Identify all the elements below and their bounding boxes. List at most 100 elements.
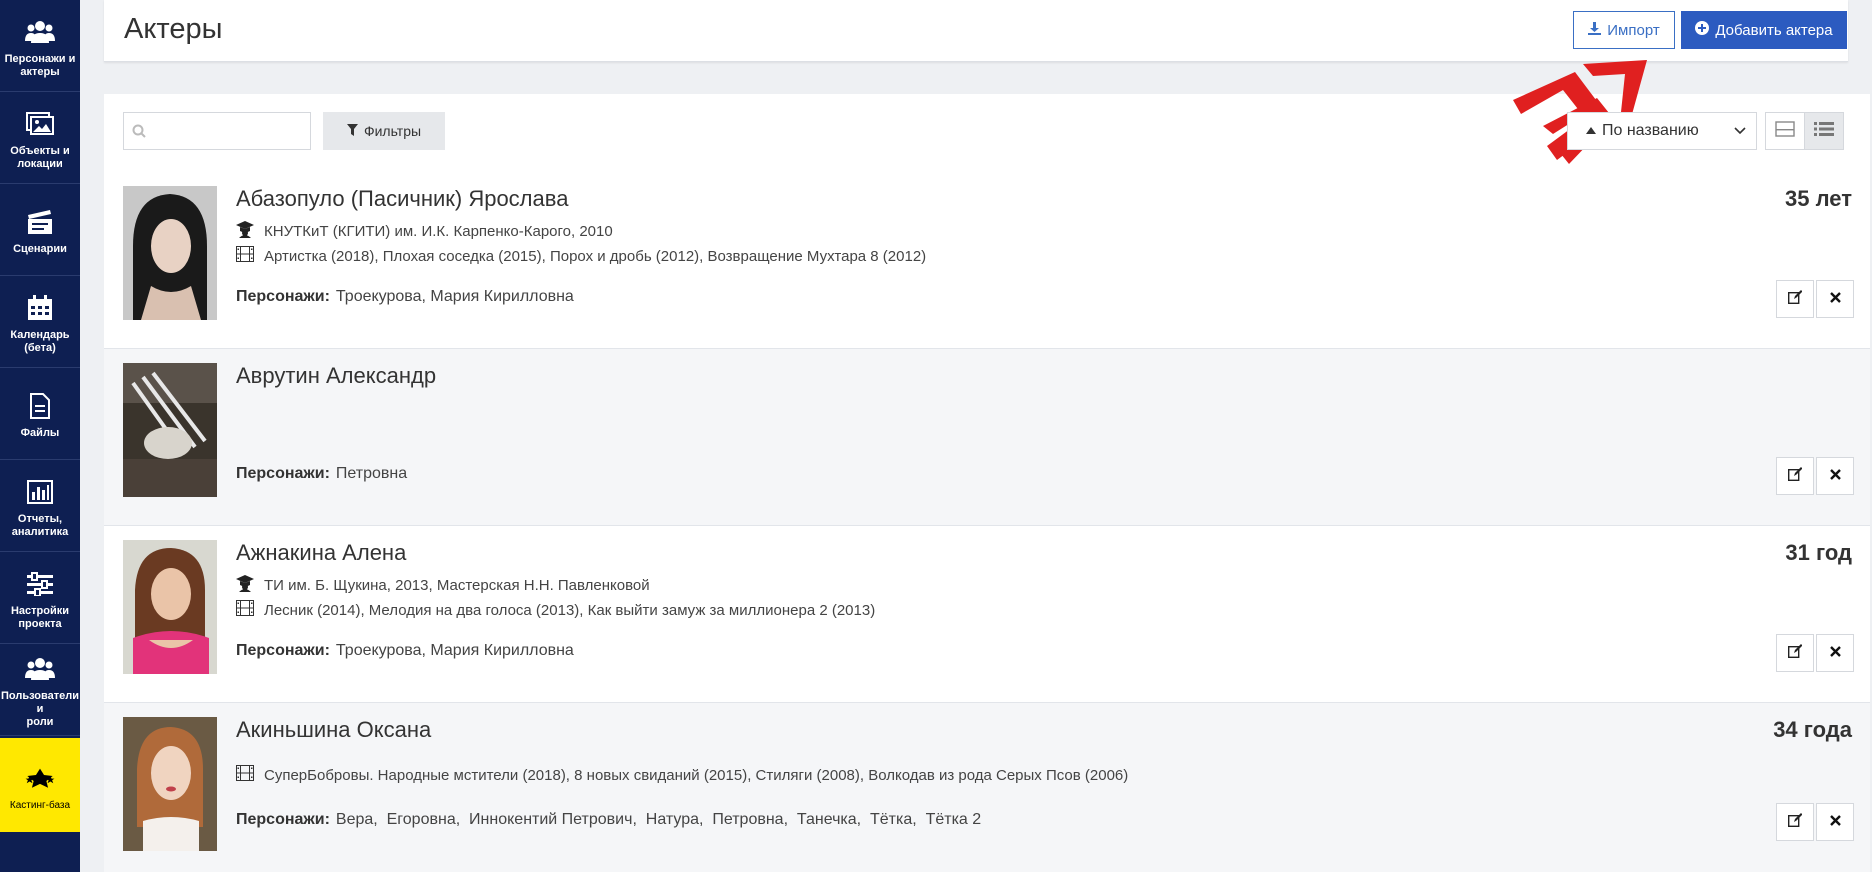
actor-row[interactable]: Акиньшина Оксана 34 года СуперБобровы. Н…: [104, 703, 1870, 872]
actor-name[interactable]: Акиньшина Оксана: [236, 717, 431, 743]
actor-age: 35 лет: [1785, 186, 1852, 211]
education-text: ТИ им. Б. Щукина, 2013, Мастерская Н.Н. …: [264, 576, 650, 594]
download-icon: [1588, 21, 1602, 39]
characters-text: Вера, Егоровна, Иннокентий Петрович, Нат…: [335, 811, 982, 828]
sidebar-item-reports[interactable]: Отчеты, аналитика: [0, 460, 80, 552]
sidebar-item-settings[interactable]: Настройки проекта: [0, 552, 80, 644]
characters-label: Персонажи:: [236, 811, 330, 828]
filter-button-label: Фильтры: [363, 123, 422, 139]
add-actor-button[interactable]: Добавить актера: [1681, 11, 1847, 49]
sidebar-item-label: Настройки проекта: [10, 604, 70, 630]
characters-label: Персонажи:: [236, 288, 330, 305]
file-icon: [25, 391, 55, 421]
sidebar-item-objects[interactable]: Объекты и локации: [0, 92, 80, 184]
clapperboard-icon: [25, 207, 55, 237]
filmography-line: Лесник (2014), Мелодия на два голоса (20…: [236, 600, 875, 620]
import-button[interactable]: Импорт: [1573, 11, 1675, 49]
search-input[interactable]: [152, 113, 307, 149]
sort-asc-icon: [1586, 122, 1596, 140]
import-button-label: Импорт: [1607, 21, 1660, 39]
search-box[interactable]: [123, 112, 311, 150]
users-icon: [25, 17, 55, 47]
actor-row[interactable]: Абазопуло (Пасичник) Ярослава 35 лет КНУ…: [104, 172, 1870, 349]
edit-button[interactable]: [1776, 634, 1814, 672]
actor-photo: [123, 717, 217, 851]
filter-button[interactable]: Фильтры: [323, 112, 445, 150]
actor-photo: [123, 540, 217, 674]
sidebar-item-label: Отчеты, аналитика: [11, 512, 69, 538]
view-list-button[interactable]: [1804, 112, 1844, 150]
search-icon: [132, 124, 146, 143]
view-list-icon: [1814, 121, 1834, 142]
actor-row[interactable]: Аврутин Александр Персонажи: Петровна: [104, 349, 1870, 526]
sidebar-item-scripts[interactable]: Сценарии: [0, 184, 80, 276]
actors-list: Абазопуло (Пасичник) Ярослава 35 лет КНУ…: [104, 172, 1870, 872]
delete-button[interactable]: [1816, 457, 1854, 495]
characters-line: Персонажи: Вера, Егоровна, Иннокентий Пет…: [236, 811, 981, 829]
characters-line: Персонажи: Троекурова, Мария Кирилловна: [236, 642, 574, 660]
education-text: КНУТКиТ (КГИТИ) им. И.К. Карпенко-Карого…: [264, 222, 613, 240]
actor-photo: [123, 363, 217, 497]
page-title: Актеры: [124, 13, 223, 45]
edit-icon: [1787, 812, 1803, 832]
sidebar-item-casting[interactable]: Кастинг-база: [0, 738, 80, 832]
characters-text: Троекурова, Мария Кирилловна: [335, 642, 574, 659]
education-line: ТИ им. Б. Щукина, 2013, Мастерская Н.Н. …: [236, 574, 650, 596]
sidebar-item-label: Кастинг-база: [9, 799, 71, 811]
sort-select-value: По названию: [1602, 122, 1699, 139]
graduation-cap-icon: [236, 220, 254, 242]
filmography-text: Артистка (2018), Плохая соседка (2015), …: [264, 247, 927, 265]
filmography-line: Артистка (2018), Плохая соседка (2015), …: [236, 246, 926, 266]
characters-line: Персонажи: Петровна: [236, 465, 407, 483]
sidebar-item-characters[interactable]: Персонажи и актеры: [0, 0, 80, 92]
actor-age: 34 года: [1773, 717, 1852, 742]
film-icon: [236, 600, 254, 620]
sidebar-item-users[interactable]: Пользователи и роли: [0, 644, 80, 736]
add-actor-button-label: Добавить актера: [1715, 21, 1833, 39]
sidebar-item-label: Календарь (бета): [10, 328, 70, 354]
edit-button[interactable]: [1776, 457, 1814, 495]
sidebar-item-calendar[interactable]: Календарь (бета): [0, 276, 80, 368]
actor-name[interactable]: Аврутин Александр: [236, 363, 436, 389]
actor-photo: [123, 186, 217, 320]
characters-text: Троекурова, Мария Кирилловна: [335, 288, 574, 305]
actor-row[interactable]: Ажнакина Алена 31 год ТИ им. Б. Щукина, …: [104, 526, 1870, 703]
edit-button[interactable]: [1776, 803, 1814, 841]
filmography-text: Лесник (2014), Мелодия на два голоса (20…: [264, 601, 876, 619]
close-icon: [1829, 467, 1841, 485]
characters-label: Персонажи:: [236, 642, 330, 659]
star-icon: [25, 763, 55, 793]
delete-button[interactable]: [1816, 280, 1854, 318]
filmography-line: СуперБобровы. Народные мстители (2018), …: [236, 765, 1128, 785]
delete-button[interactable]: [1816, 634, 1854, 672]
sidebar-item-label: Файлы: [20, 427, 60, 439]
sidebar-item-label: Сценарии: [13, 243, 67, 255]
actor-name[interactable]: Ажнакина Алена: [236, 540, 406, 566]
delete-button[interactable]: [1816, 803, 1854, 841]
sidebar-item-files[interactable]: Файлы: [0, 368, 80, 460]
actor-name[interactable]: Абазопуло (Пасичник) Ярослава: [236, 186, 568, 212]
edit-button[interactable]: [1776, 280, 1814, 318]
film-icon: [236, 246, 254, 266]
chevron-down-icon: [1734, 122, 1746, 140]
edit-icon: [1787, 289, 1803, 309]
bar-chart-icon: [25, 477, 55, 507]
characters-line: Персонажи: Троекурова, Мария Кирилловна: [236, 288, 574, 306]
toolbar: Фильтры По названию: [104, 60, 1870, 172]
sidebar-item-label: Пользователи и роли: [0, 690, 79, 728]
users-icon: [25, 654, 55, 684]
actors-panel: Фильтры По названию Абазопуло (Пасичник)…: [104, 60, 1870, 872]
filmography-text: СуперБобровы. Народные мстители (2018), …: [264, 766, 1129, 784]
sidebar-item-label: Объекты и локации: [10, 144, 70, 170]
film-icon: [236, 765, 254, 785]
edit-icon: [1787, 466, 1803, 486]
filter-icon: [346, 123, 358, 139]
view-cards-button[interactable]: [1765, 112, 1805, 150]
plus-circle-icon: [1695, 21, 1710, 39]
sort-select[interactable]: По названию: [1567, 112, 1757, 150]
edit-icon: [1787, 643, 1803, 663]
calendar-icon: [25, 293, 55, 323]
view-cards-icon: [1775, 120, 1795, 142]
sliders-icon: [25, 569, 55, 599]
images-icon: [25, 109, 55, 139]
